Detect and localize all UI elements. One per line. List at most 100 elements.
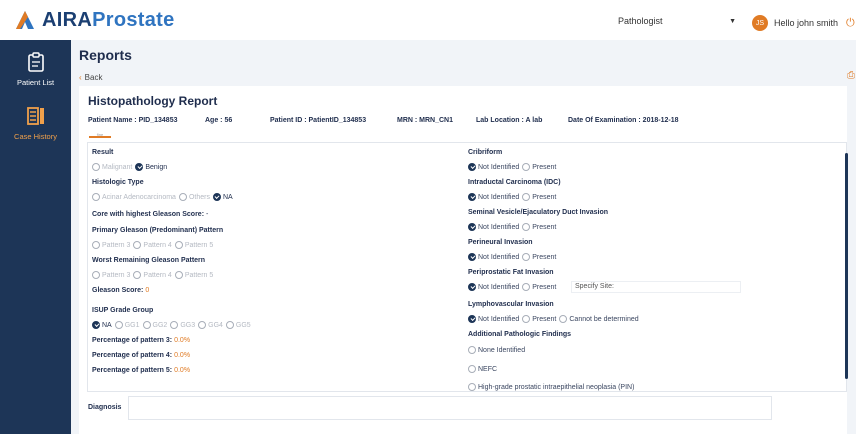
seminal-present-radio[interactable]: Present (522, 223, 556, 231)
diagnosis-input[interactable] (128, 396, 772, 420)
isup-options: NA GG1 GG2 GG3 GG4 GG5 (92, 321, 254, 329)
histologic-acinar-radio[interactable]: Acinar Adenocarcinoma (92, 193, 176, 201)
primary-pattern3-radio[interactable]: Pattern 3 (92, 241, 130, 249)
radio-icon (522, 253, 531, 261)
periprostatic-options: Not Identified Present (468, 283, 559, 291)
patient-name: Patient Name : PID_134853 (88, 117, 178, 124)
histologic-na-radio[interactable]: NA (212, 193, 233, 201)
isup-label: ISUP Grade Group (92, 307, 154, 314)
perineural-not-identified-radio[interactable]: Not Identified (468, 253, 519, 261)
periprostatic-not-identified-radio[interactable]: Not Identified (468, 283, 519, 291)
radio-icon (522, 283, 531, 291)
gleason-score-value: 0 (145, 287, 150, 294)
core-highest-gleason-value: - (205, 211, 209, 218)
lymphovascular-present-radio[interactable]: Present (522, 315, 556, 323)
additional-none-identified-radio[interactable]: None Identified (468, 346, 528, 354)
logout-icon[interactable]: ⏻ (846, 17, 855, 30)
radio-checked-icon (468, 163, 476, 171)
option-label: NA (102, 321, 112, 329)
option-label: Present (532, 253, 557, 261)
additional-pin-radio[interactable]: High-grade prostatic intraepithelial neo… (468, 383, 637, 392)
radio-checked-icon (135, 163, 144, 171)
avatar[interactable]: JS (752, 15, 768, 31)
radio-checked-icon (212, 193, 221, 201)
print-icon[interactable]: ⎙ (847, 70, 855, 81)
option-label: GG3 (180, 321, 196, 329)
report-tab[interactable]: fine (89, 132, 111, 138)
option-label: Not Identified (478, 163, 520, 171)
radio-icon (559, 315, 568, 323)
primary-pattern4-radio[interactable]: Pattern 4 (133, 241, 172, 249)
report-title: Histopathology Report (88, 94, 218, 108)
cribriform-present-radio[interactable]: Present (522, 163, 556, 171)
seminal-not-identified-radio[interactable]: Not Identified (468, 223, 519, 231)
sidebar: Patient List Case History (0, 40, 71, 434)
result-benign-radio[interactable]: Benign (135, 163, 167, 171)
result-malignant-radio[interactable]: Malignant (92, 163, 132, 171)
role-select[interactable]: Pathologist ▼ (612, 12, 742, 30)
isup-gg2-radio[interactable]: GG2 (142, 321, 167, 329)
result-label: Result (92, 149, 114, 156)
radio-icon (133, 271, 142, 279)
option-label: Malignant (102, 163, 133, 171)
user-greeting[interactable]: Hello john smith (774, 18, 838, 28)
radio-icon (468, 383, 476, 391)
option-label: Present (532, 163, 557, 171)
sidebar-item-case-history[interactable]: Case History (0, 106, 71, 141)
primary-pattern5-radio[interactable]: Pattern 5 (174, 241, 214, 249)
periprostatic-label: Periprostatic Fat Invasion (468, 269, 554, 276)
specify-site-input[interactable]: Specify Site: (571, 281, 741, 293)
histologic-others-radio[interactable]: Others (178, 193, 210, 201)
idc-present-radio[interactable]: Present (522, 193, 556, 201)
option-label: Present (532, 315, 557, 323)
radio-icon (133, 241, 142, 249)
idc-options: Not Identified Present (468, 193, 559, 201)
lymphovascular-cannot-determine-radio[interactable]: Cannot be determined (559, 315, 639, 323)
app-logo[interactable]: AIRA Prostate (14, 9, 175, 32)
back-label: Back (84, 73, 103, 82)
option-label: Not Identified (478, 283, 520, 291)
option-label: Pattern 4 (143, 271, 172, 279)
patient-mrn: MRN : MRN_CN1 (397, 117, 453, 124)
isup-gg4-radio[interactable]: GG4 (198, 321, 223, 329)
perineural-present-radio[interactable]: Present (522, 253, 556, 261)
gleason-score-label: Gleason Score: (92, 287, 144, 294)
radio-checked-icon (92, 321, 100, 329)
option-label: Pattern 3 (102, 271, 131, 279)
idc-not-identified-radio[interactable]: Not Identified (468, 193, 519, 201)
lymphovascular-options: Not Identified Present Cannot be determi… (468, 315, 642, 323)
isup-na-radio[interactable]: NA (92, 321, 112, 329)
form-scrollbar[interactable] (845, 153, 848, 379)
radio-icon (114, 321, 123, 329)
radio-icon (468, 365, 476, 373)
option-label: GG4 (208, 321, 223, 329)
sidebar-item-patient-list[interactable]: Patient List (0, 52, 71, 87)
pattern3-percentage: Percentage of pattern 3: 0.0% (92, 337, 190, 344)
periprostatic-present-radio[interactable]: Present (522, 283, 556, 291)
worst-pattern5-radio[interactable]: Pattern 5 (174, 271, 213, 279)
radio-icon (178, 193, 187, 201)
logo-text-prostate: Prostate (92, 8, 175, 31)
radio-checked-icon (468, 283, 476, 291)
option-label: Pattern 5 (184, 241, 214, 249)
option-label: Acinar Adenocarcinoma (102, 193, 176, 201)
worst-pattern4-radio[interactable]: Pattern 4 (133, 271, 172, 279)
lymphovascular-not-identified-radio[interactable]: Not Identified (468, 315, 519, 323)
radio-icon (142, 321, 151, 329)
radio-icon (92, 193, 100, 201)
result-options: Malignant Benign (92, 163, 170, 171)
isup-gg1-radio[interactable]: GG1 (114, 321, 140, 329)
worst-pattern3-radio[interactable]: Pattern 3 (92, 271, 130, 279)
additional-nefc-radio[interactable]: NEFC (468, 365, 500, 373)
cribriform-not-identified-radio[interactable]: Not Identified (468, 163, 519, 171)
cribriform-options: Not Identified Present (468, 163, 559, 171)
primary-gleason-options: Pattern 3 Pattern 4 Pattern 5 (92, 241, 216, 249)
isup-gg3-radio[interactable]: GG3 (170, 321, 195, 329)
pattern4-percentage: Percentage of pattern 4: 0.0% (92, 352, 190, 359)
gleason-score: Gleason Score: 0 (92, 287, 149, 294)
radio-icon (92, 271, 100, 279)
patient-age: Age : 56 (205, 117, 233, 124)
back-link[interactable]: ‹ Back (79, 73, 102, 82)
isup-gg5-radio[interactable]: GG5 (225, 321, 251, 329)
seminal-options: Not Identified Present (468, 223, 559, 231)
